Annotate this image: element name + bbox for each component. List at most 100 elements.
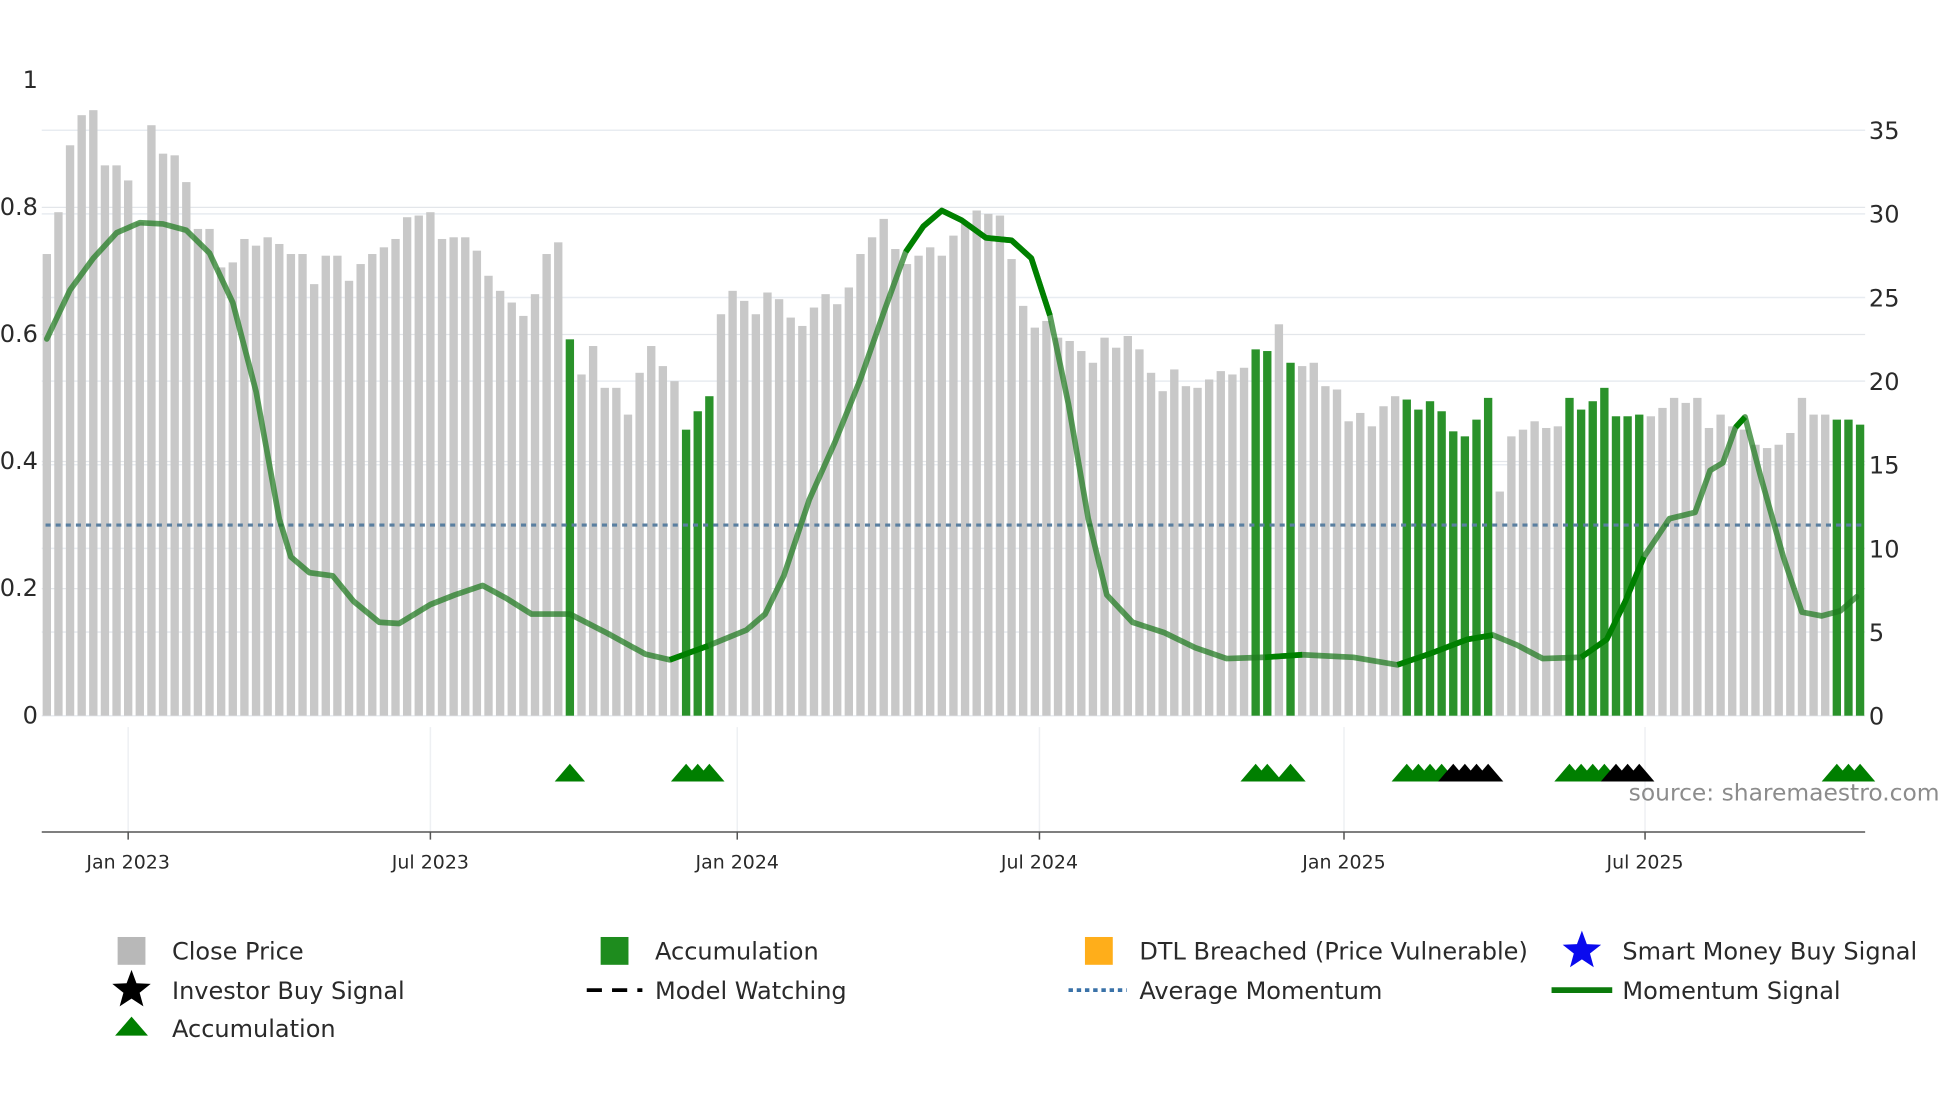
right-axis-tick-label: 20 [1869,368,1900,396]
close-price-bar [1728,426,1737,716]
accumulation-bar [1449,431,1458,716]
close-price-bar [147,125,156,716]
close-price-bar [1239,367,1249,716]
close-price-bar [426,212,435,716]
close-price-bar [472,250,482,716]
legend-label: Accumulation [655,938,819,966]
x-tick-label: Jan 2025 [1301,852,1385,874]
close-price-bar [577,374,586,716]
left-axis-tick-label: 0 [23,701,38,729]
accumulation-bar [1565,397,1574,716]
close-price-bar [1809,414,1818,716]
close-price-bar [1344,421,1353,716]
close-price-bar [1379,406,1388,716]
accumulation-bar [1251,349,1260,716]
accumulation-bar [1588,401,1597,716]
legend-label: Average Momentum [1139,977,1382,1005]
x-axis-ticks: Jan 2023 Jul 2023 Jan 2024 Jul 2024 Jan 2025… [85,832,1684,874]
chart: 0 0.2 0.4 0.6 0.8 1 0 5 10 15 20 25 30 35 Jan 2023 Ju… [0,66,1940,1043]
close-price-bar [1693,397,1702,716]
close-price-bar [542,254,551,716]
accumulation-bar [1832,419,1842,716]
close-price-bar [1542,427,1551,716]
accumulation-bar [1855,424,1865,716]
accumulation-bar [1844,419,1853,716]
legend-label: Model Watching [655,977,847,1005]
close-price-bar [658,366,668,716]
close-price-bar [461,237,470,716]
close-price-bar [507,302,516,716]
x-tick-label: Jul 2025 [1605,852,1683,874]
close-price-bar [833,304,842,716]
close-price-bar [554,242,563,716]
right-axis-tick-label: 30 [1869,201,1900,229]
close-price-bar [205,228,214,716]
legend: Close Price Accumulation DTL Breached (Pri… [112,930,1917,1043]
close-price-bar [914,255,923,716]
close-price-bar [1077,351,1086,716]
close-price-bar [949,235,958,716]
grey-square-icon [117,936,146,965]
close-price-bar [1751,444,1760,716]
source-annotation: source: sharemaestro.com [1629,778,1940,806]
close-price-bar [1390,396,1400,716]
close-price-bar [402,217,412,716]
close-price-bar [391,238,400,716]
close-price-bar [170,155,179,716]
close-price-bar [588,346,598,716]
close-price-bar [1158,391,1167,716]
close-price-bar [379,247,389,716]
close-price-bar [984,213,993,716]
left-axis-tick-label: 1 [23,66,38,94]
right-axis-tick-label: 15 [1869,452,1900,480]
accumulation-bar [1414,409,1423,716]
close-price-bar [437,238,447,716]
close-price-bar [635,372,644,716]
close-price-bar [344,280,354,716]
close-price-bar [251,245,261,716]
legend-label: Close Price [172,938,304,966]
close-price-bar [960,223,970,716]
close-price-bar [65,145,75,716]
close-price-bar [1739,429,1749,716]
close-price-bar [519,315,528,716]
green-square-icon [600,936,629,965]
close-price-bar [89,110,98,716]
close-price-bar [1321,386,1330,716]
close-price-bar [1007,259,1016,716]
right-axis-ticks: 0 5 10 15 20 25 30 35 [1869,117,1900,730]
accumulation-bar [681,429,691,716]
close-price-bar [484,275,493,716]
close-price-bar [902,264,912,716]
accumulation-bar [1402,399,1411,716]
accumulation-bar [1425,401,1435,716]
close-price-bar [1216,371,1225,716]
close-price-bar [1146,372,1156,716]
close-price-bar [751,314,761,716]
accumulation-bar [1263,351,1272,716]
accumulation-bar [1576,409,1586,716]
accumulation-bar [693,411,702,716]
close-price-bar [1030,327,1039,716]
accumulation-bar [1472,419,1481,716]
close-price-bar [1356,412,1365,716]
close-price-bars [42,110,1865,716]
close-price-bar [937,255,946,716]
close-price-bar [670,381,679,716]
close-price-bar [135,222,144,716]
orange-square-icon [1084,936,1113,965]
right-axis-tick-label: 35 [1869,117,1900,145]
accumulation-bar [1483,397,1493,716]
close-price-bar [716,314,726,716]
close-price-bar [1507,436,1516,716]
close-price-bar [216,267,226,716]
right-axis-tick-label: 0 [1869,703,1884,731]
close-price-bar [495,290,505,716]
left-axis-tick-label: 0.8 [0,193,38,221]
close-price-bar [740,300,749,716]
close-price-bar [1669,397,1679,716]
close-price-bar [867,237,877,716]
close-price-bar [298,254,307,716]
close-price-bar [1821,414,1830,716]
close-price-bar [821,294,830,716]
